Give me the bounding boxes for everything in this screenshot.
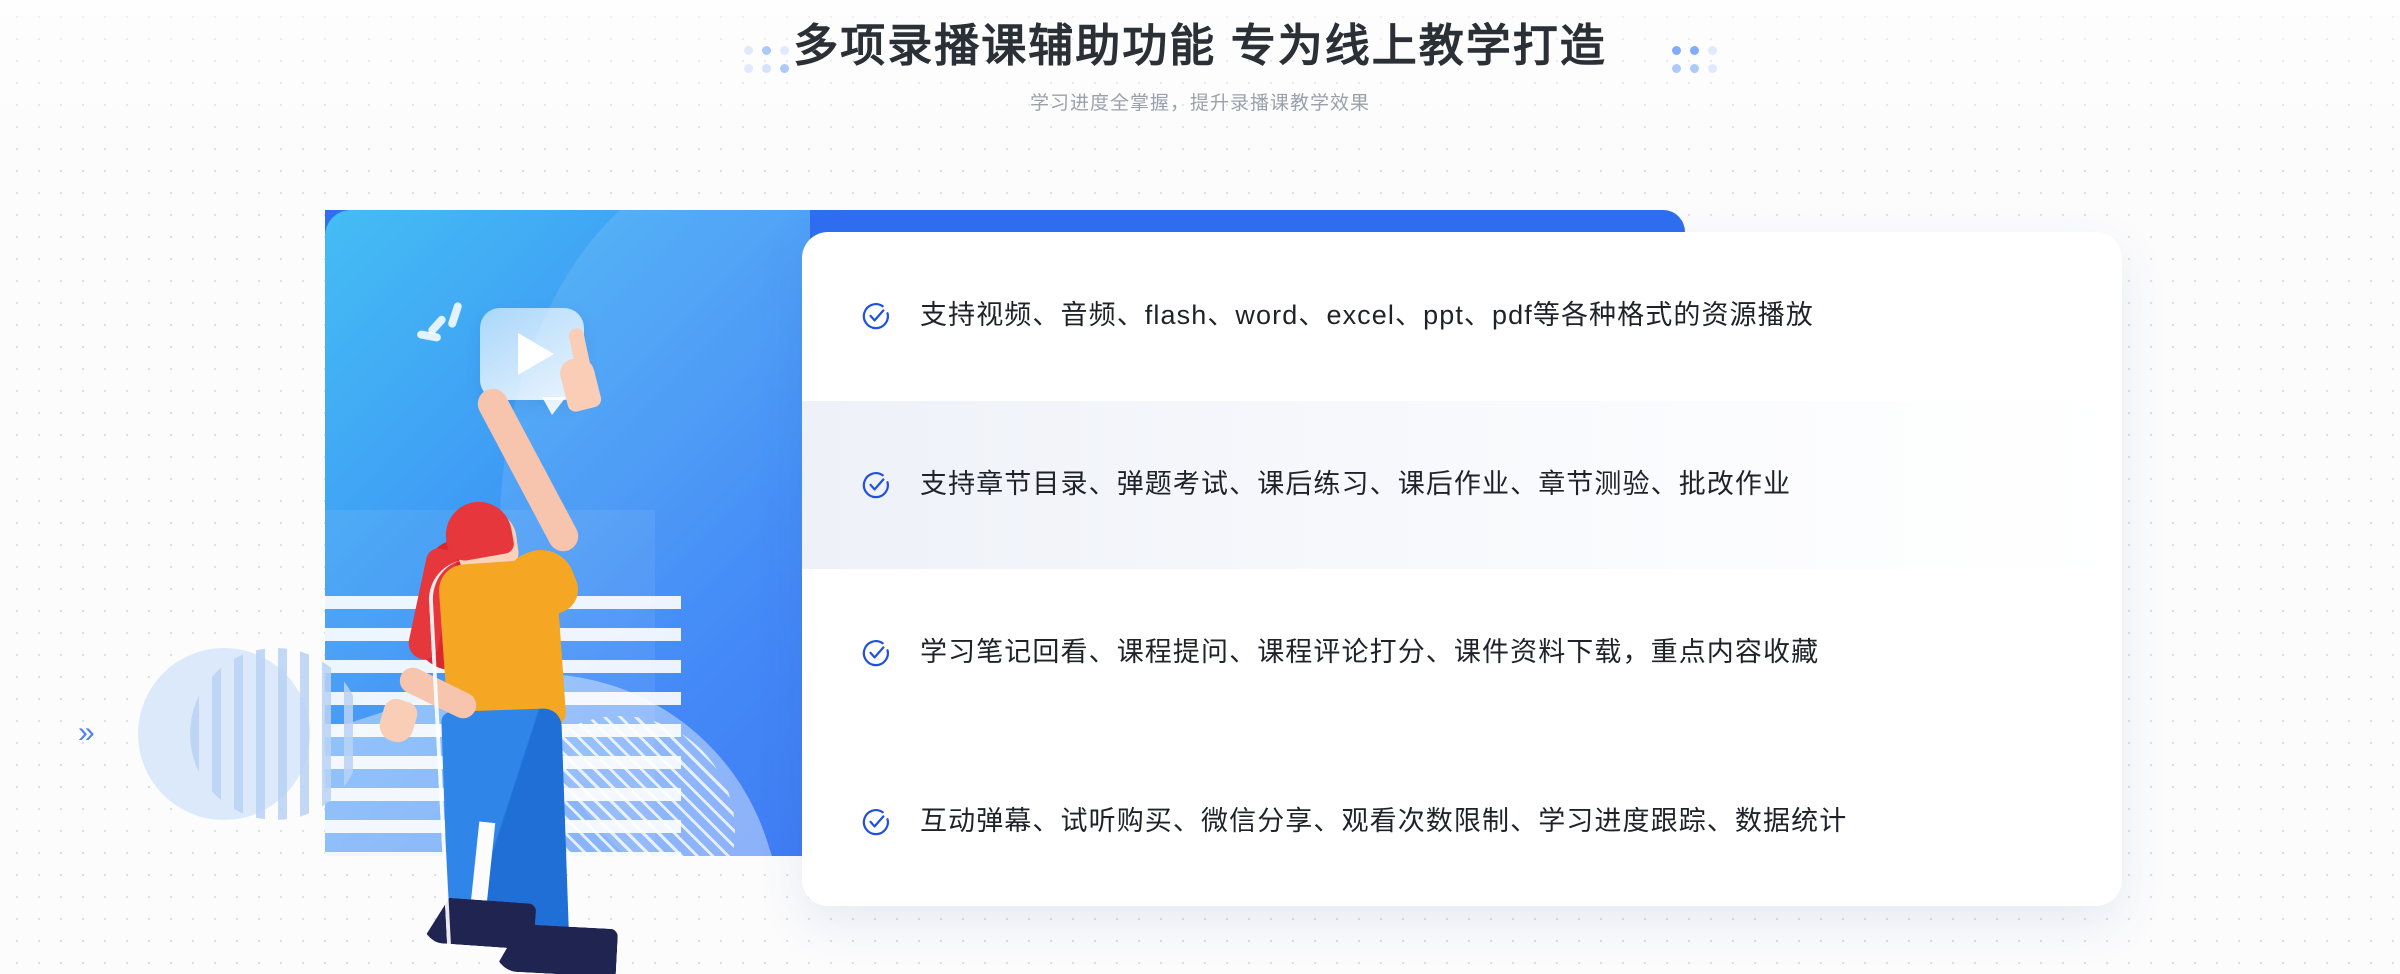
check-circle-icon [860, 637, 892, 669]
feature-text: 互动弹幕、试听购买、微信分享、观看次数限制、学习进度跟踪、数据统计 [920, 805, 1848, 836]
character-hair [440, 496, 516, 564]
feature-text: 支持视频、音频、flash、word、excel、ppt、pdf等各种格式的资源… [920, 300, 1814, 331]
check-circle-icon [860, 469, 892, 501]
feature-row[interactable]: 支持章节目录、弹题考试、课后练习、课后作业、章节测验、批改作业 [802, 400, 2122, 569]
dot-cluster-right-decoration [1672, 46, 1717, 73]
promo-banner: 多项录播课辅助功能 专为线上教学打造 学习进度全掌握，提升录播课教学效果 « [0, 0, 2400, 974]
character-lower-hand [375, 696, 421, 746]
feature-row[interactable]: 互动弹幕、试听购买、微信分享、观看次数限制、学习进度跟踪、数据统计 [802, 738, 2122, 907]
header: 多项录播课辅助功能 专为线上教学打造 学习进度全掌握，提升录播课教学效果 [0, 18, 2400, 115]
feature-row[interactable]: 支持视频、音频、flash、word、excel、ppt、pdf等各种格式的资源… [802, 232, 2122, 401]
check-circle-icon [860, 806, 892, 838]
feature-text: 支持章节目录、弹题考试、课后练习、课后作业、章节测验、批改作业 [920, 468, 1792, 499]
check-circle-icon [860, 300, 892, 332]
page-title: 多项录播课辅助功能 专为线上教学打造 [793, 20, 1607, 71]
page-subtitle: 学习进度全掌握，提升录播课教学效果 [1029, 93, 1370, 115]
chevron-right-icon: » [78, 716, 95, 749]
feature-row[interactable]: 学习笔记回看、课程提问、课程评论打分、课件资料下载，重点内容收藏 [802, 569, 2122, 738]
dot-cluster-left-decoration [744, 46, 789, 73]
feature-list: 支持视频、音频、flash、word、excel、ppt、pdf等各种格式的资源… [802, 232, 2122, 906]
illustration-character [325, 210, 885, 974]
striped-circle-decoration [190, 648, 362, 820]
feature-card: 支持视频、音频、flash、word、excel、ppt、pdf等各种格式的资源… [802, 232, 2122, 906]
feature-text: 学习笔记回看、课程提问、课程评论打分、课件资料下载，重点内容收藏 [920, 637, 1820, 668]
